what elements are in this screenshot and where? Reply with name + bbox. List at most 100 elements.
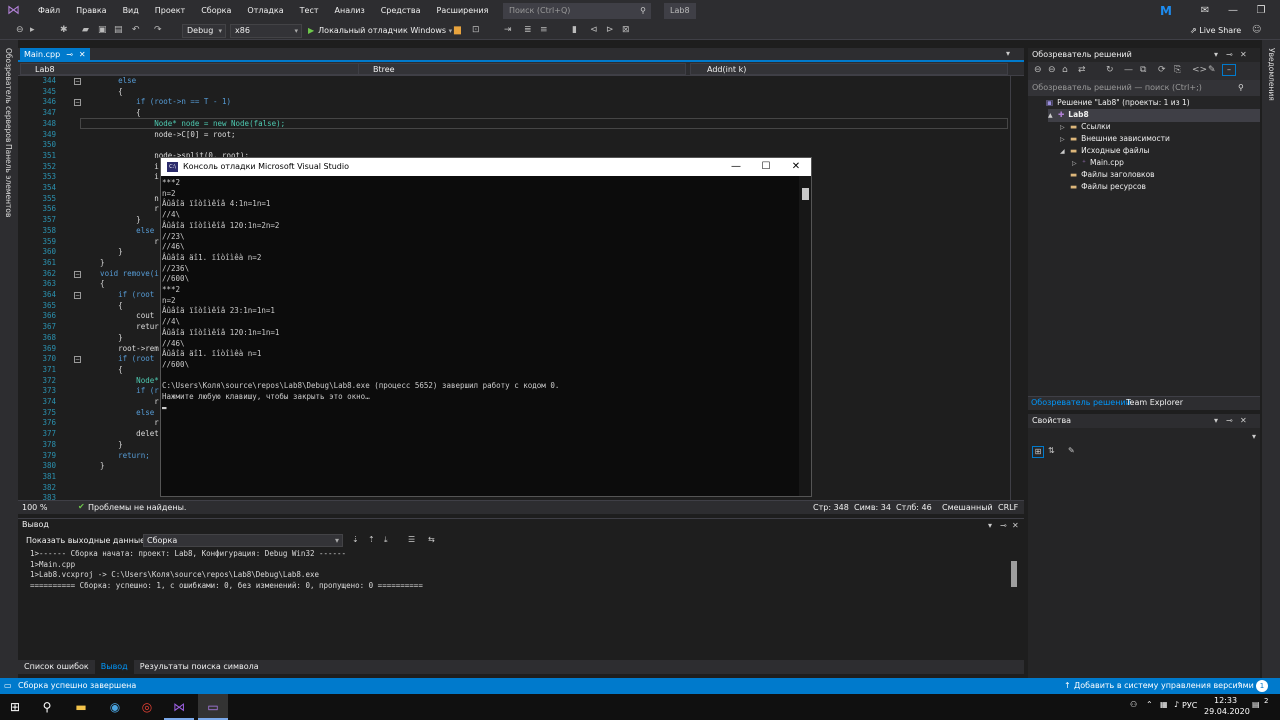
- console-maximize-button[interactable]: ☐: [751, 158, 781, 176]
- menu-item[interactable]: Правка: [68, 0, 114, 22]
- properties-wrench-icon[interactable]: ✎: [1208, 65, 1216, 75]
- preview-icon[interactable]: –: [1222, 64, 1236, 76]
- undo-icon[interactable]: ↶: [132, 25, 140, 35]
- menu-item[interactable]: Отладка: [239, 0, 291, 22]
- home-icon[interactable]: ⌂: [1062, 65, 1068, 75]
- refresh-icon[interactable]: ⟳: [1158, 65, 1166, 75]
- bookmark-icon[interactable]: ▮: [572, 25, 577, 35]
- tab-solution-explorer[interactable]: Обозреватель решений: [1031, 398, 1131, 407]
- fold-toggle-icon[interactable]: −: [74, 356, 81, 364]
- next-message-icon[interactable]: ⤓: [384, 535, 388, 545]
- panel-menu-icon[interactable]: ▾: [988, 521, 992, 530]
- chevron-up-icon[interactable]: ⌃: [1236, 678, 1243, 694]
- notification-badge[interactable]: 1: [1256, 680, 1268, 692]
- tab-team-explorer[interactable]: Team Explorer: [1126, 398, 1183, 407]
- menu-item[interactable]: Тест: [292, 0, 327, 22]
- output-tab[interactable]: Результаты поиска символа: [134, 660, 265, 674]
- fold-toggle-icon[interactable]: −: [74, 292, 81, 299]
- tab-mode[interactable]: Смешанный: [942, 503, 993, 512]
- platform-select[interactable]: x86 ▾: [230, 24, 302, 38]
- zoom-level[interactable]: 100 %: [22, 503, 47, 512]
- tree-item[interactable]: ▬ Файлы ресурсов: [1060, 181, 1146, 193]
- add-to-source-control-button[interactable]: Добавить в систему управления версиями: [1074, 678, 1254, 694]
- menu-item[interactable]: Проект: [147, 0, 193, 22]
- output-tab[interactable]: Вывод: [94, 660, 134, 674]
- pin-icon[interactable]: ⊸: [1226, 414, 1233, 428]
- output-scrollbar[interactable]: [1008, 553, 1020, 649]
- tree-expander-icon[interactable]: ▲: [1048, 110, 1058, 122]
- maximize-button[interactable]: ❐: [1246, 0, 1276, 22]
- windows-start-icon[interactable]: ⊞: [0, 694, 30, 720]
- forward-icon[interactable]: ⊖: [1048, 65, 1056, 75]
- console-taskbar-icon[interactable]: ▭: [198, 694, 228, 720]
- feedback-smile-icon[interactable]: ☺: [1252, 25, 1261, 35]
- panel-menu-icon[interactable]: ▾: [1214, 414, 1218, 428]
- nav-project-select[interactable]: Lab8: [20, 63, 366, 75]
- find-message-icon[interactable]: ⇣: [352, 535, 359, 544]
- input-language[interactable]: РУС: [1182, 701, 1197, 710]
- pin-icon[interactable]: ⊸: [1000, 521, 1007, 530]
- nav-member-select[interactable]: Add(int k): [690, 63, 1008, 75]
- live-share-button[interactable]: ⇗ Live Share: [1190, 25, 1241, 37]
- console-scroll-thumb[interactable]: [802, 188, 809, 200]
- feedback-icon[interactable]: ✉: [1190, 0, 1220, 22]
- fold-toggle-icon[interactable]: −: [74, 78, 81, 85]
- clock-date[interactable]: 29.04.2020: [1204, 707, 1250, 716]
- redo-icon[interactable]: ↷: [154, 25, 162, 35]
- menu-item[interactable]: Сборка: [193, 0, 239, 22]
- minimize-button[interactable]: —: [1218, 0, 1248, 22]
- menu-item[interactable]: Вид: [115, 0, 147, 22]
- chevron-down-icon[interactable]: ▾: [1252, 432, 1256, 441]
- collapse-all-icon[interactable]: —: [1124, 65, 1133, 75]
- clock-time[interactable]: 12:33: [1214, 696, 1237, 705]
- debug-console-window[interactable]: C:\ Консоль отладки Microsoft Visual Stu…: [160, 157, 812, 497]
- volume-icon[interactable]: ♪: [1174, 700, 1179, 709]
- property-pages-icon[interactable]: ✎: [1068, 446, 1075, 455]
- bookmark-next-icon[interactable]: ⊳: [606, 25, 614, 35]
- avatar[interactable]: M: [1160, 4, 1174, 18]
- notifications-tab[interactable]: Уведомления: [1267, 48, 1276, 101]
- tab-menu-chevron-icon[interactable]: ▾: [1006, 49, 1010, 58]
- action-center-icon[interactable]: ▤: [1252, 700, 1260, 709]
- code-view-icon[interactable]: <>: [1192, 65, 1207, 75]
- pin-icon[interactable]: ⊸: [1226, 48, 1233, 62]
- console-scrollbar[interactable]: [799, 176, 811, 496]
- close-icon[interactable]: ✕: [79, 48, 86, 62]
- config-select[interactable]: Debug ▾: [182, 24, 226, 38]
- people-icon[interactable]: ⚇: [1130, 700, 1137, 709]
- pin-icon[interactable]: ⊸: [66, 48, 73, 62]
- output-scroll-thumb[interactable]: [1011, 561, 1017, 587]
- fold-toggle-icon[interactable]: −: [74, 99, 81, 107]
- console-title-bar[interactable]: C:\ Консоль отладки Microsoft Visual Stu…: [161, 158, 811, 176]
- console-minimize-button[interactable]: —: [721, 158, 751, 176]
- panel-menu-icon[interactable]: ▾: [1214, 48, 1218, 62]
- bookmark-prev-icon[interactable]: ⊲: [590, 25, 598, 35]
- new-project-icon[interactable]: ✱: [60, 25, 68, 35]
- solution-search-input[interactable]: Обозреватель решений — поиск (Ctrl+;) ⚲: [1028, 80, 1260, 96]
- word-wrap-icon[interactable]: ⇆: [428, 535, 435, 544]
- start-debugging-button[interactable]: ▶ Локальный отладчик Windows ▾: [308, 24, 452, 38]
- tree-item[interactable]: ▣ Решение "Lab8" (проекты: 1 из 1): [1036, 97, 1190, 109]
- tab-main-cpp[interactable]: Main.cpp ⊸ ✕: [20, 48, 90, 62]
- search-input[interactable]: Поиск (Ctrl+Q) ⚲: [503, 3, 651, 19]
- open-icon[interactable]: ▰: [82, 25, 89, 35]
- visual-studio-icon[interactable]: ⋈: [164, 694, 194, 720]
- server-explorer-tab[interactable]: Обозреватель серверов: [4, 48, 13, 142]
- save-icon[interactable]: ▣: [98, 25, 107, 35]
- vs-logo-icon[interactable]: ⋈: [7, 3, 20, 19]
- menu-item[interactable]: Средства: [373, 0, 429, 22]
- menu-item[interactable]: Расширения: [429, 0, 497, 22]
- fold-toggle-icon[interactable]: −: [74, 270, 81, 278]
- tree-expander-icon[interactable]: ◢: [1060, 146, 1070, 158]
- file-explorer-icon[interactable]: ▬: [66, 694, 96, 720]
- search-icon[interactable]: ⚲: [32, 694, 62, 720]
- close-icon[interactable]: ✕: [1240, 414, 1247, 428]
- format-icon[interactable]: ≣: [524, 25, 532, 35]
- prev-message-icon[interactable]: ⇡: [368, 535, 375, 544]
- nav-scope-select[interactable]: Btree: [358, 63, 686, 75]
- switch-views-icon[interactable]: ⇄: [1078, 65, 1086, 75]
- output-source-select[interactable]: Сборка ▾: [143, 534, 343, 547]
- indent-icon[interactable]: ≡: [540, 25, 548, 35]
- back-icon[interactable]: ⊖: [1034, 65, 1042, 75]
- pending-changes-icon[interactable]: ↻: [1106, 65, 1114, 75]
